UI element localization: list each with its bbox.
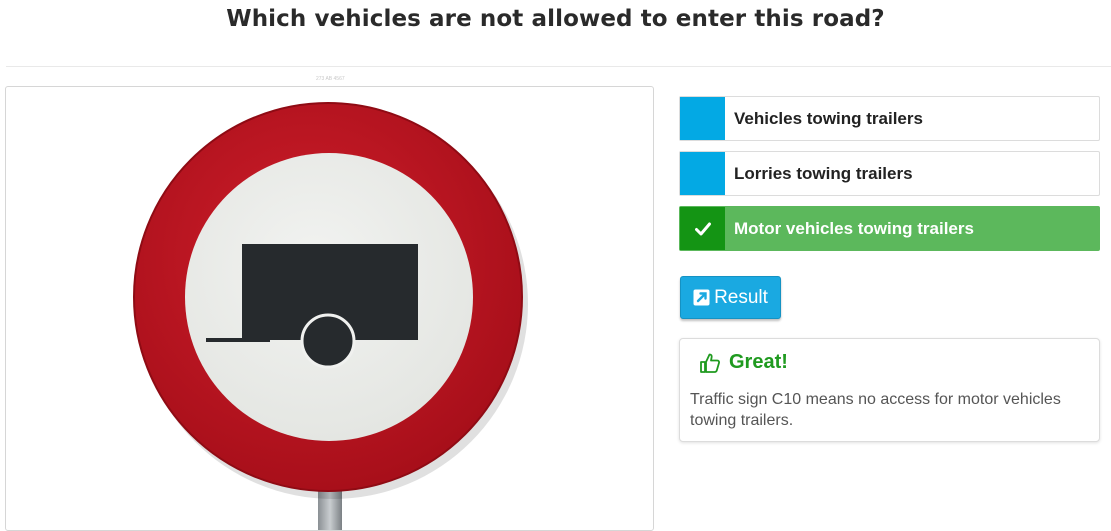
check-icon bbox=[694, 222, 711, 235]
answer-option-3[interactable]: Motor vehicles towing trailers bbox=[679, 206, 1100, 251]
trailer-towbar bbox=[206, 338, 270, 342]
answer-label: Vehicles towing trailers bbox=[734, 108, 923, 128]
thumbs-up-icon bbox=[700, 353, 720, 373]
divider bbox=[6, 66, 1111, 67]
question-title: Which vehicles are not allowed to enter … bbox=[226, 6, 885, 32]
answer-label: Motor vehicles towing trailers bbox=[734, 218, 974, 238]
answer-marker bbox=[680, 97, 725, 140]
question-image bbox=[5, 86, 654, 531]
answer-marker bbox=[680, 207, 725, 250]
traffic-sign-image bbox=[133, 102, 528, 530]
image-caption: 273 AB 4567 bbox=[316, 76, 345, 82]
feedback-text: Traffic sign C10 means no access for mot… bbox=[690, 391, 1061, 429]
external-link-icon bbox=[693, 289, 710, 306]
trailer-wheel bbox=[300, 313, 356, 369]
feedback-title: Great! bbox=[729, 351, 788, 373]
answer-option-1[interactable]: Vehicles towing trailers bbox=[679, 96, 1100, 141]
answer-label: Lorries towing trailers bbox=[734, 163, 913, 183]
result-button[interactable]: Result bbox=[680, 276, 781, 319]
feedback-header: Great! bbox=[699, 351, 788, 374]
feedback-panel: Great! Traffic sign C10 means no access … bbox=[679, 338, 1100, 442]
result-button-label: Result bbox=[714, 286, 768, 308]
answer-marker bbox=[680, 152, 725, 195]
answer-option-2[interactable]: Lorries towing trailers bbox=[679, 151, 1100, 196]
answer-list: Vehicles towing trailers Lorries towing … bbox=[679, 96, 1100, 261]
